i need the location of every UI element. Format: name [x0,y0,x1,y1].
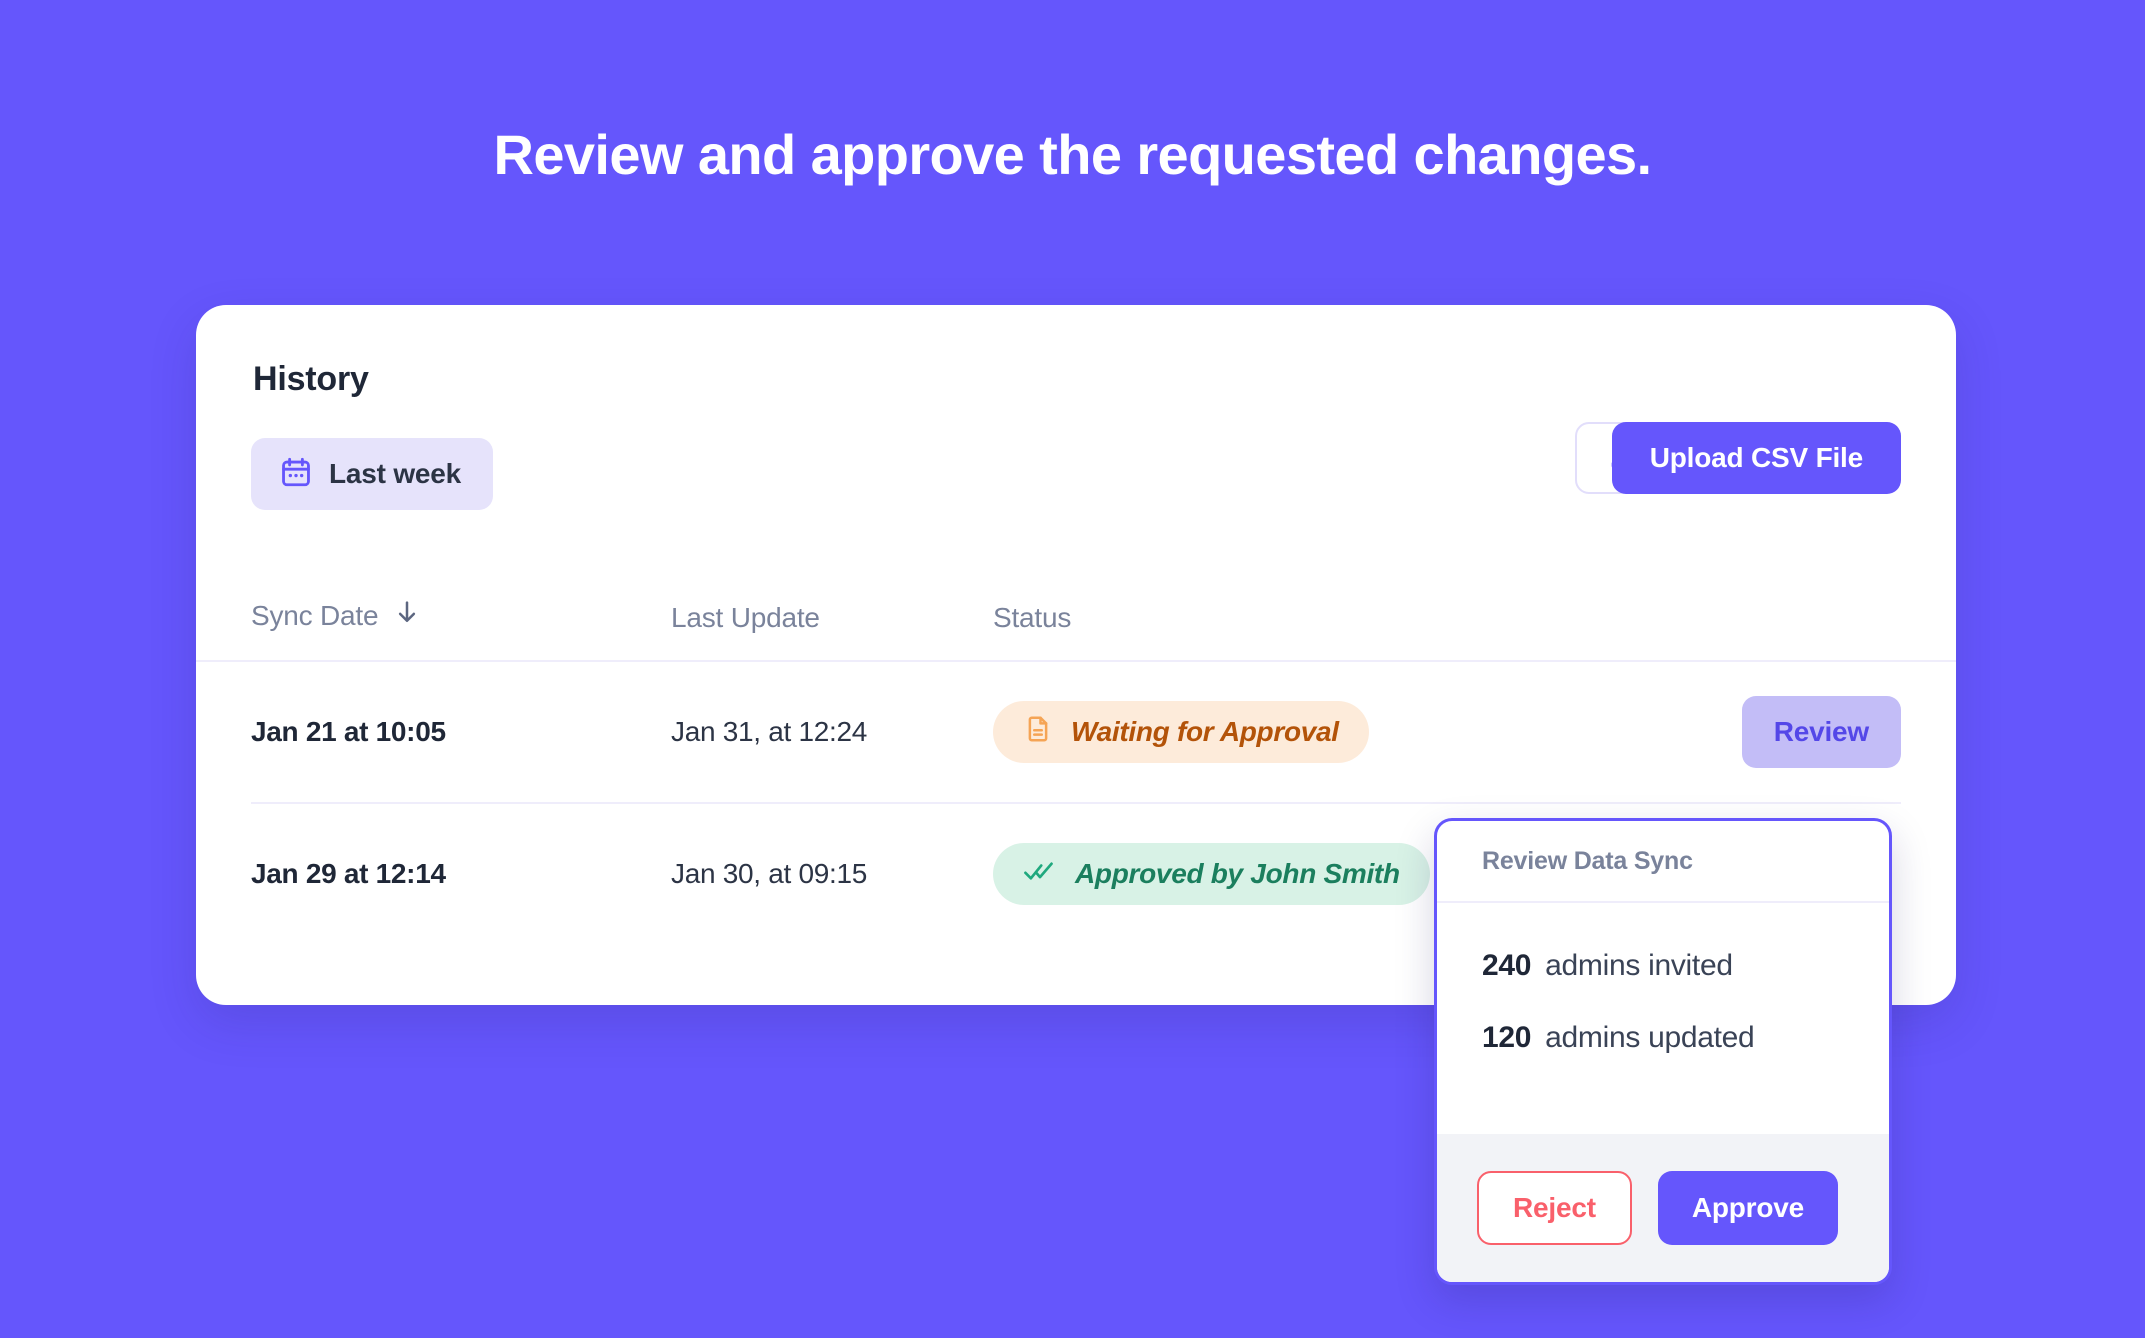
popover-footer: Reject Approve [1437,1134,1889,1282]
reject-button[interactable]: Reject [1477,1171,1632,1245]
double-check-icon [1023,856,1057,893]
status-badge-waiting-label: Waiting for Approval [1071,716,1339,747]
stat-value: 240 [1482,949,1532,982]
column-header-last-update: Last Update [671,602,820,633]
review-data-sync-popover: Review Data Sync 240 admins invited 120 … [1434,818,1892,1285]
column-header-sync-date-label: Sync Date [251,599,379,631]
card-title: History [253,360,369,398]
cell-last-update: Jan 31, at 12:24 [671,716,868,747]
approve-button[interactable]: Approve [1657,1171,1839,1245]
stat-row: 120 admins updated [1482,1021,1844,1055]
table-row: Jan 21 at 10:05 Jan 31, at 12:24 Waiting… [196,662,1956,802]
document-icon [1023,714,1053,751]
review-button[interactable]: Review [1741,696,1901,768]
calendar-icon [279,455,313,494]
status-badge-approved-label: Approved by John Smith [1075,858,1400,889]
stat-value: 120 [1482,1021,1532,1054]
stat-label: admins invited [1545,949,1733,982]
column-header-sync-date[interactable]: Sync Date [251,597,671,634]
popover-title: Review Data Sync [1482,846,1693,875]
filter-chip-label: Last week [329,458,462,489]
upload-csv-button[interactable]: Upload CSV File [1611,422,1901,494]
status-badge-waiting: Waiting for Approval [993,701,1369,763]
table-header-row: Sync Date Last Update Status [196,548,1956,660]
stat-row: 240 admins invited [1482,949,1844,983]
cell-last-update: Jan 30, at 09:15 [671,858,868,889]
filter-chip-last-week[interactable]: Last week [251,438,494,510]
column-header-status: Status [993,602,1072,633]
cell-sync-date: Jan 29 at 12:14 [251,858,446,889]
stat-label: admins updated [1545,1021,1755,1054]
status-badge-approved: Approved by John Smith [993,843,1430,905]
arrow-down-icon [392,597,422,634]
page-title: Review and approve the requested changes… [493,123,1653,186]
popover-stats: 240 admins invited 120 admins updated [1437,903,1889,1055]
cell-sync-date: Jan 21 at 10:05 [251,716,446,747]
